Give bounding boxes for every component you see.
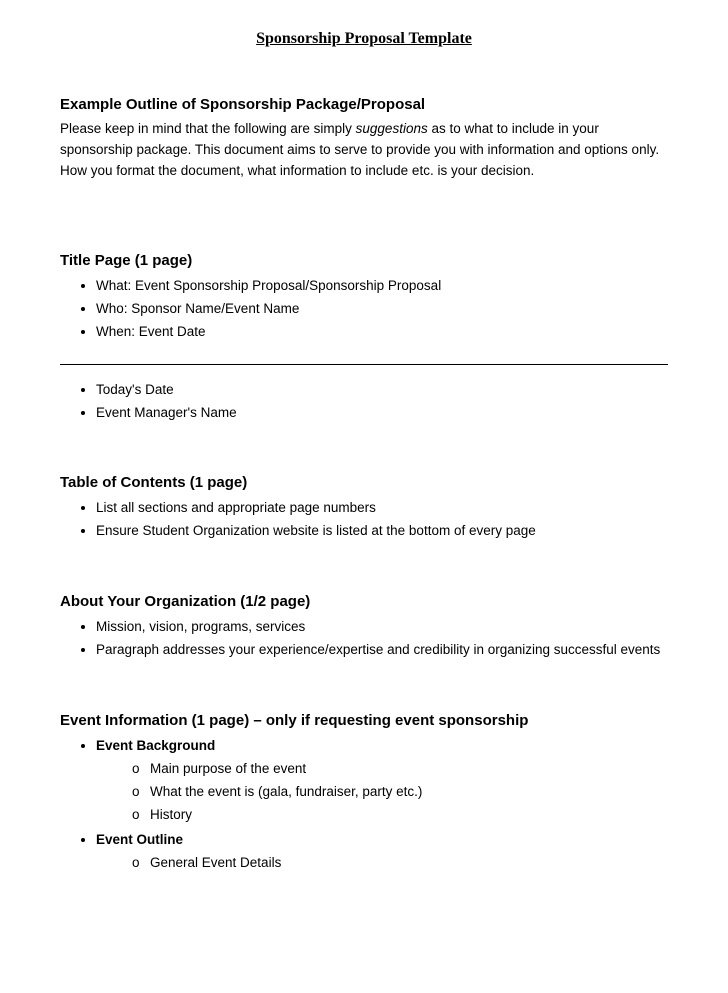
title-page-section: Title Page (1 page) What: Event Sponsors… bbox=[60, 252, 668, 344]
event-info-section: Event Information (1 page) – only if req… bbox=[60, 712, 668, 875]
section-divider bbox=[60, 364, 668, 365]
list-item: General Event Details bbox=[132, 852, 668, 875]
intro-paragraph: Please keep in mind that the following a… bbox=[60, 119, 668, 182]
list-item: Main purpose of the event bbox=[132, 758, 668, 781]
list-item: Paragraph addresses your experience/expe… bbox=[96, 639, 668, 662]
list-item: Mission, vision, programs, services bbox=[96, 616, 668, 639]
list-item: History bbox=[132, 804, 668, 827]
intro-text-part1: Please keep in mind that the following a… bbox=[60, 121, 356, 136]
event-info-heading: Event Information (1 page) – only if req… bbox=[60, 712, 668, 729]
event-outline-item: Event Outline General Event Details bbox=[96, 829, 668, 875]
example-outline-heading: Example Outline of Sponsorship Package/P… bbox=[60, 96, 668, 113]
list-item: What the event is (gala, fundraiser, par… bbox=[132, 781, 668, 804]
event-background-item: Event Background Main purpose of the eve… bbox=[96, 735, 668, 827]
event-outline-label: Event Outline bbox=[96, 832, 183, 847]
about-org-bullets: Mission, vision, programs, services Para… bbox=[96, 616, 668, 662]
about-org-heading: About Your Organization (1/2 page) bbox=[60, 593, 668, 610]
after-divider-section: Today's Date Event Manager's Name bbox=[60, 379, 668, 425]
list-item: When: Event Date bbox=[96, 321, 668, 344]
title-page-heading: Title Page (1 page) bbox=[60, 252, 668, 269]
list-item: Ensure Student Organization website is l… bbox=[96, 520, 668, 543]
list-item: What: Event Sponsorship Proposal/Sponsor… bbox=[96, 275, 668, 298]
list-item: Today's Date bbox=[96, 379, 668, 402]
page-title: Sponsorship Proposal Template bbox=[60, 30, 668, 48]
list-item: List all sections and appropriate page n… bbox=[96, 497, 668, 520]
event-info-bullets: Event Background Main purpose of the eve… bbox=[96, 735, 668, 875]
intro-text-italic: suggestions bbox=[356, 121, 428, 136]
event-outline-sub: General Event Details bbox=[132, 852, 668, 875]
table-of-contents-section: Table of Contents (1 page) List all sect… bbox=[60, 474, 668, 543]
list-item: Event Manager's Name bbox=[96, 402, 668, 425]
after-divider-bullets: Today's Date Event Manager's Name bbox=[96, 379, 668, 425]
table-of-contents-heading: Table of Contents (1 page) bbox=[60, 474, 668, 491]
event-background-sub: Main purpose of the event What the event… bbox=[132, 758, 668, 827]
table-of-contents-bullets: List all sections and appropriate page n… bbox=[96, 497, 668, 543]
event-background-label: Event Background bbox=[96, 738, 215, 753]
about-org-section: About Your Organization (1/2 page) Missi… bbox=[60, 593, 668, 662]
list-item: Who: Sponsor Name/Event Name bbox=[96, 298, 668, 321]
title-page-bullets: What: Event Sponsorship Proposal/Sponsor… bbox=[96, 275, 668, 344]
example-outline-section: Example Outline of Sponsorship Package/P… bbox=[60, 96, 668, 182]
